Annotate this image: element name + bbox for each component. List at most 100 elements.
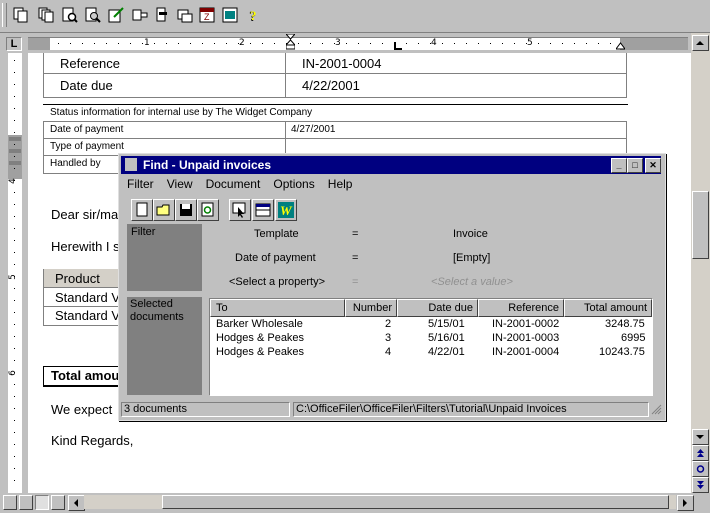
filter-operator[interactable]: =: [352, 228, 358, 240]
menu-help[interactable]: Help: [328, 177, 353, 191]
dialog-titlebar[interactable]: Find - Unpaid invoices _ □ ✕: [121, 156, 661, 174]
resize-grip-icon[interactable]: [651, 404, 662, 415]
toolbar-grip[interactable]: [2, 3, 7, 27]
filter-property[interactable]: Date of payment: [235, 252, 316, 264]
maximize-button[interactable]: □: [627, 158, 643, 173]
we-expect-text: We expect: [51, 402, 113, 417]
next-page-icon[interactable]: [692, 477, 709, 493]
product-header: Product: [55, 271, 100, 286]
insert-field-icon[interactable]: [132, 7, 148, 23]
filter-value[interactable]: <Select a value>: [431, 276, 513, 288]
tab-stop-icon[interactable]: [394, 42, 402, 50]
ruler-tick: [226, 43, 227, 44]
cell-to: Barker Wholesale: [216, 318, 303, 330]
table-row[interactable]: Hodges & Peakes 3 5/16/01 IN-2001-0003 6…: [210, 332, 650, 346]
column-number[interactable]: Number: [345, 299, 397, 317]
date-of-payment-value: 4/27/2001: [291, 124, 336, 135]
ruler-tick: [70, 43, 71, 44]
vruler-tick: [14, 444, 15, 445]
column-to[interactable]: To: [210, 299, 345, 317]
new-icon[interactable]: [131, 199, 153, 221]
table-row[interactable]: Barker Wholesale 2 5/15/01 IN-2001-0002 …: [210, 318, 650, 332]
outline-view-icon[interactable]: [51, 495, 65, 510]
refresh-icon[interactable]: [197, 199, 219, 221]
word-icon[interactable]: W: [275, 199, 297, 221]
table-row[interactable]: Hodges & Peakes 4 4/22/01 IN-2001-0004 1…: [210, 346, 650, 360]
column-reference[interactable]: Reference: [478, 299, 564, 317]
find-icon[interactable]: [62, 7, 78, 23]
vruler-tick: [14, 156, 15, 157]
tab-selector-icon[interactable]: L: [6, 37, 22, 51]
column-date-due[interactable]: Date due: [397, 299, 478, 317]
minimize-button[interactable]: _: [611, 158, 627, 173]
multi-copy-icon[interactable]: [38, 7, 54, 23]
status-count: 3 documents: [124, 403, 187, 415]
ruler-left-margin: [28, 38, 50, 50]
select-browse-object-icon[interactable]: [692, 461, 709, 477]
filter-property[interactable]: <Select a property>: [229, 276, 325, 288]
properties-icon[interactable]: [222, 7, 238, 23]
print-layout-icon[interactable]: [35, 495, 49, 510]
ruler-tick: [166, 43, 167, 44]
filter-property[interactable]: Template: [254, 228, 299, 240]
preview-icon[interactable]: [85, 7, 101, 23]
right-indent-marker-icon[interactable]: [615, 38, 626, 50]
select-cursor-icon[interactable]: [229, 199, 251, 221]
menu-document[interactable]: Document: [206, 177, 261, 191]
vertical-scrollbar[interactable]: [691, 33, 710, 493]
grid-view-icon[interactable]: [252, 199, 274, 221]
cell-number: 4: [385, 346, 392, 358]
close-button[interactable]: ✕: [645, 158, 661, 173]
date-icon[interactable]: Z: [199, 7, 215, 23]
table-border: [43, 173, 123, 174]
scroll-left-button[interactable]: [68, 495, 85, 511]
results-list[interactable]: To Number Date due Reference Total amoun…: [209, 298, 653, 396]
menu-options[interactable]: Options: [273, 177, 314, 191]
horizontal-ruler[interactable]: 1 2 3 4 5: [28, 33, 688, 50]
window-icon[interactable]: [177, 7, 193, 23]
vruler-tick: [14, 132, 15, 133]
menu-view[interactable]: View: [167, 177, 193, 191]
ruler-tick: [238, 43, 239, 44]
scroll-right-button[interactable]: [677, 495, 694, 511]
cell-date-due: 4/22/01: [428, 346, 465, 358]
column-total-amount[interactable]: Total amount: [564, 299, 652, 317]
horizontal-scroll-thumb[interactable]: [162, 495, 669, 509]
scroll-up-button[interactable]: [692, 35, 709, 51]
vruler-tick: [14, 276, 15, 277]
filter-value[interactable]: [Empty]: [453, 252, 490, 264]
filter-panel: Filter: [127, 224, 202, 291]
menu-filter[interactable]: Filter: [127, 177, 154, 191]
previous-page-icon[interactable]: [692, 445, 709, 461]
filter-value[interactable]: Invoice: [453, 228, 488, 240]
ruler-tick: [322, 43, 323, 44]
field-icon[interactable]: [154, 7, 170, 23]
cell-reference: IN-2001-0004: [492, 346, 560, 358]
status-path-panel: C:\OfficeFiler\OfficeFiler\Filters\Tutor…: [293, 402, 649, 417]
indent-marker-icon[interactable]: [284, 33, 297, 50]
ruler-tick: [538, 43, 539, 44]
vertical-margin-marker[interactable]: [8, 135, 22, 179]
normal-view-icon[interactable]: [3, 495, 17, 510]
edit-icon[interactable]: [108, 7, 124, 23]
vruler-tick: [14, 420, 15, 421]
scroll-thumb[interactable]: [692, 191, 709, 259]
cell-date-due: 5/16/01: [428, 332, 465, 344]
vruler-tick: [14, 384, 15, 385]
filter-operator[interactable]: =: [352, 276, 358, 288]
save-icon[interactable]: [175, 199, 197, 221]
horizontal-scroll-track[interactable]: [84, 495, 676, 509]
web-layout-icon[interactable]: [19, 495, 33, 510]
ruler-tick: [406, 43, 407, 44]
product-row: Standard V: [55, 290, 121, 305]
filter-operator[interactable]: =: [352, 252, 358, 264]
copy-icon[interactable]: [13, 7, 29, 23]
app-icon[interactable]: [125, 158, 137, 171]
table-border: [285, 121, 286, 155]
vruler-tick: [14, 360, 15, 361]
vruler-tick: [14, 396, 15, 397]
vruler-tick: [14, 96, 15, 97]
open-folder-icon[interactable]: [153, 199, 175, 221]
help-icon[interactable]: ??: [246, 7, 262, 23]
scroll-down-button[interactable]: [692, 429, 709, 445]
